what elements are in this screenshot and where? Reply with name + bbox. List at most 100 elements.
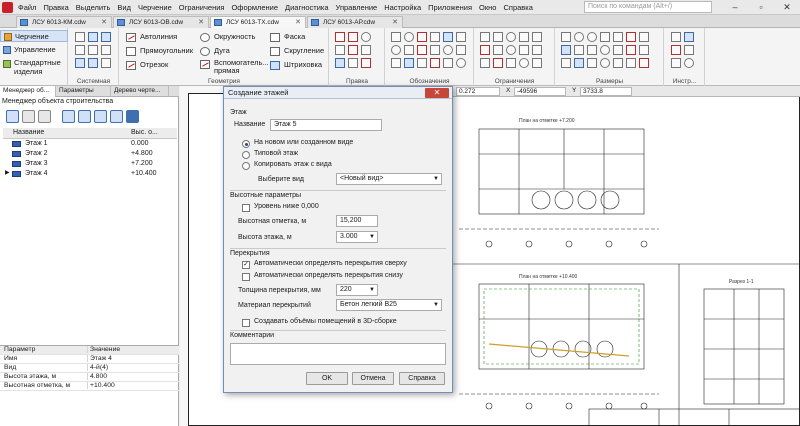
arc-dim-icon[interactable] [613,32,623,42]
mark-line-icon[interactable] [443,58,453,68]
variables-icon[interactable] [671,45,681,55]
chain-dim-icon[interactable] [626,32,636,42]
radio-typical-floor[interactable] [242,151,250,159]
sections-icon[interactable] [62,110,75,123]
floor-height-select[interactable]: 3.000 ▼ [336,231,378,243]
midpoint-icon[interactable] [506,58,516,68]
vertical-icon[interactable] [493,32,503,42]
scale-icon[interactable] [361,32,371,42]
properties-icon[interactable] [101,58,111,68]
property-value[interactable]: Этаж 4 [87,355,112,362]
hatch-button[interactable]: Штриховка [270,60,322,70]
property-row[interactable]: Высота этажа, м 4.800 [0,373,179,382]
floor-name-input[interactable]: Этаж 5 [270,119,382,131]
settings-icon[interactable] [110,110,123,123]
dim-edit-icon[interactable] [574,58,584,68]
weld-icon[interactable] [430,58,440,68]
doc-tab-km[interactable]: ЛСУ 6013-КМ.cdw ✕ [16,16,112,28]
roughness-icon[interactable] [417,32,427,42]
menu-item-apps[interactable]: Приложения [428,2,472,13]
parallel-icon[interactable] [519,32,529,42]
table-row-selected[interactable]: ▶ Этаж 4 +10.400 [3,169,177,179]
dim-arrow-icon[interactable] [626,58,636,68]
menu-item-edit[interactable]: Правка [43,2,68,13]
collinear-icon[interactable] [480,58,490,68]
fillet-button[interactable]: Скругление [270,46,324,56]
trim-icon[interactable] [348,45,358,55]
menu-item-manage[interactable]: Управление [336,2,378,13]
mode-drawing[interactable]: Черчение [0,30,68,42]
elevation-input[interactable]: 15,200 [336,215,378,227]
delete-icon[interactable] [361,58,371,68]
dim-style-icon[interactable] [639,45,649,55]
leader-icon[interactable] [404,32,414,42]
library-icon[interactable] [684,32,694,42]
auto-bottom-checkbox[interactable] [242,273,250,281]
zoom-scale-field[interactable]: 0.272 [456,87,500,96]
chamfer-dim-icon[interactable] [600,45,610,55]
help-icon[interactable] [126,110,139,123]
axis-icon[interactable] [456,32,466,42]
segment-button[interactable]: Отрезок [126,60,168,70]
autoline-button[interactable]: Автолиния [126,32,177,42]
fix-icon[interactable] [480,45,490,55]
tangent-icon[interactable] [493,45,503,55]
circle-button[interactable]: Окружность [200,32,255,42]
below-zero-checkbox[interactable] [242,204,250,212]
menu-item-window[interactable]: Окно [479,2,496,13]
equal-icon[interactable] [519,45,529,55]
dim-align-icon[interactable] [587,58,597,68]
doc-tab-ov[interactable]: ЛСУ 6013-ОВ.cdw ✕ [113,16,209,28]
mark-icon[interactable] [443,32,453,42]
coincide-icon[interactable] [506,32,516,42]
dim-line-icon[interactable] [613,58,623,68]
copy-icon[interactable] [88,45,98,55]
add-floor-icon[interactable] [6,110,19,123]
menu-item-constraints[interactable]: Ограничения [179,2,225,13]
concentric-icon[interactable] [506,45,516,55]
symmetry-icon[interactable] [532,45,542,55]
mode-manage[interactable]: Управление [0,44,68,56]
wave-line-icon[interactable] [404,58,414,68]
cut-icon[interactable] [75,45,85,55]
rectangle-button[interactable]: Прямоугольник [126,46,193,56]
menu-item-design[interactable]: Оформление [231,2,278,13]
level-icon[interactable] [456,45,466,55]
break-line-icon[interactable] [417,58,427,68]
property-row[interactable]: Высотная отметка, м +10.400 [0,382,179,391]
ok-button[interactable]: OK [306,372,348,385]
property-value[interactable]: 4.800 [87,373,107,380]
break-dim-icon[interactable] [613,45,623,55]
mode-standard-parts[interactable]: Стандартные изделия [0,58,68,78]
position-icon[interactable] [391,45,401,55]
angle-lock-icon[interactable] [532,58,542,68]
measure-icon[interactable] [671,32,681,42]
delete-icon[interactable] [38,110,51,123]
menu-item-settings[interactable]: Настройка [384,2,421,13]
edit-icon[interactable] [22,110,35,123]
menu-item-view[interactable]: Вид [117,2,131,13]
doc-tab-tx[interactable]: ЛСУ 6013-ТХ.cdw ✕ [210,16,306,28]
extend-icon[interactable] [361,45,371,55]
menu-item-select[interactable]: Выделить [76,2,111,13]
center-icon[interactable] [456,58,466,68]
y-coordinate-field[interactable]: 3733.8 [580,87,632,96]
property-value[interactable]: +10.400 [87,382,115,389]
snap-icon[interactable] [684,58,694,68]
slope-dim-icon[interactable] [626,45,636,55]
diameter-dim-icon[interactable] [574,32,584,42]
redo-icon[interactable] [88,58,98,68]
close-tab-icon[interactable]: ✕ [392,17,398,28]
refresh-icon[interactable] [94,110,107,123]
menu-item-diagnostics[interactable]: Диагностика [285,2,328,13]
x-coordinate-field[interactable]: -49596 [514,87,566,96]
arc-button[interactable]: Дуга [200,46,230,56]
perpendicular-icon[interactable] [532,32,542,42]
slab-thickness-select[interactable]: 220 ▼ [336,284,378,296]
create-rooms-checkbox[interactable] [242,319,250,327]
height-dim-icon[interactable] [587,45,597,55]
cut-line-icon[interactable] [417,45,427,55]
property-value[interactable]: 4-й(4) [87,364,108,371]
close-tab-icon[interactable]: ✕ [295,17,301,28]
dim-delete-icon[interactable] [639,58,649,68]
